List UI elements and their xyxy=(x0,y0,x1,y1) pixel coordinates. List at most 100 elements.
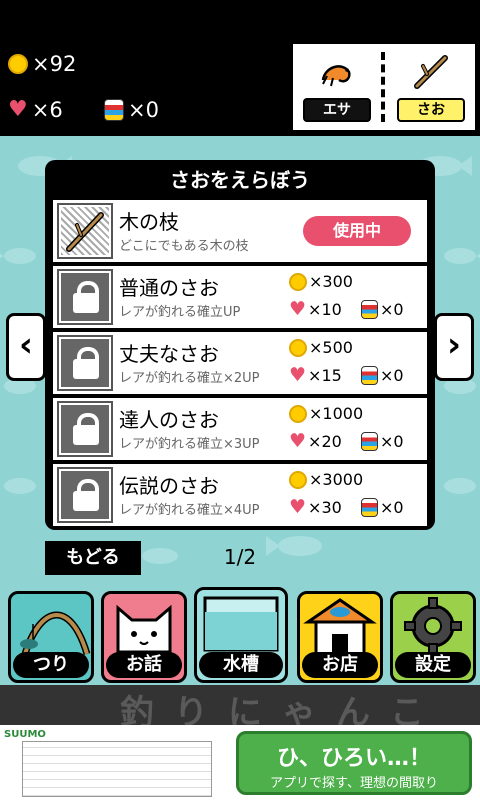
can-cost-value: ×0 xyxy=(380,366,404,385)
ad-banner[interactable]: SUUMO ひ、ひろい…！ アプリで探す、理想の間取り xyxy=(0,725,480,800)
page-indicator: 1/2 xyxy=(223,545,257,569)
bait-label: エサ xyxy=(303,98,371,122)
tab-label: お店 xyxy=(302,652,378,678)
ad-speech-bubble: ひ、ひろい…！ アプリで探す、理想の間取り xyxy=(236,731,472,795)
tab-aquarium[interactable]: 水槽 xyxy=(194,587,288,683)
rod-name: 伝説のさお xyxy=(119,474,219,498)
locked-thumbnail xyxy=(57,269,113,325)
resource-header: ×92 ♥ ×6 ×0 エサ さお xyxy=(0,40,480,136)
coin-cost: ×3000 xyxy=(289,470,363,489)
can-icon xyxy=(361,366,378,385)
heart-cost: ♥ ×20 xyxy=(289,432,342,452)
heart-icon: ♥ xyxy=(289,364,307,386)
coin-cost: ×1000 xyxy=(289,404,363,423)
shop-icon xyxy=(303,598,377,656)
can-cost-value: ×0 xyxy=(380,498,404,517)
can-counter: ×0 xyxy=(104,98,159,122)
panel-title: さおをえらぼう xyxy=(170,168,310,192)
heart-cost: ♥ ×30 xyxy=(289,496,342,518)
coin-cost-value: ×500 xyxy=(309,338,353,357)
rod-thumbnail xyxy=(57,203,113,259)
rod-description: レアが釣れる確立UP xyxy=(119,305,241,320)
heart-count: ×6 xyxy=(31,98,63,122)
can-cost: ×0 xyxy=(361,498,404,517)
next-page-arrow-icon[interactable]: › xyxy=(434,313,474,381)
tab-shop[interactable]: お店 xyxy=(297,591,383,683)
ad-brand: SUUMO xyxy=(4,729,46,740)
coin-cost-value: ×300 xyxy=(309,272,353,291)
rod-description: レアが釣れる確立×2UP xyxy=(119,371,260,386)
cat-face-icon xyxy=(116,604,172,654)
rod-item-sturdy[interactable]: 丈夫なさお レアが釣れる確立×2UP ×500 ♥ ×15 ×0 xyxy=(53,332,427,394)
can-cost: ×0 xyxy=(361,432,404,451)
tab-label: つり xyxy=(13,652,89,678)
can-icon xyxy=(361,432,378,451)
aquarium-icon xyxy=(203,596,279,652)
tab-label: お話 xyxy=(106,652,182,678)
coin-cost: ×300 xyxy=(289,272,353,291)
rod-description: レアが釣れる確立×3UP xyxy=(119,437,260,452)
rod-name: 達人のさお xyxy=(119,408,219,432)
rod-item-legend[interactable]: 伝説のさお レアが釣れる確立×4UP ×3000 ♥ ×30 ×0 xyxy=(53,464,427,526)
heart-icon: ♥ xyxy=(289,298,307,320)
can-icon xyxy=(361,300,378,319)
in-use-badge: 使用中 xyxy=(303,216,411,246)
tab-settings[interactable]: 設定 xyxy=(390,591,476,683)
lock-icon xyxy=(73,347,99,379)
heart-icon: ♥ xyxy=(289,496,307,518)
coin-counter: ×92 xyxy=(8,52,76,76)
rod-select-panel: さおをえらぼう 木の枝 どこにでもある木の枝 使用中 普通のさお レアが釣れる確… xyxy=(45,160,435,530)
coin-icon xyxy=(8,54,28,74)
floor-plan-image xyxy=(22,741,212,797)
locked-thumbnail xyxy=(57,335,113,391)
can-cost: ×0 xyxy=(361,300,404,319)
gear-icon xyxy=(404,597,462,655)
can-icon xyxy=(104,99,124,121)
coin-icon xyxy=(289,470,307,489)
locked-thumbnail xyxy=(57,467,113,523)
coin-count: ×92 xyxy=(32,52,77,76)
can-cost-value: ×0 xyxy=(380,300,404,319)
rod-slot[interactable]: さお xyxy=(393,50,469,124)
lock-icon xyxy=(73,413,99,445)
can-cost-value: ×0 xyxy=(380,432,404,451)
divider xyxy=(381,52,385,122)
rod-description: レアが釣れる確立×4UP xyxy=(119,503,260,518)
coin-icon xyxy=(289,272,307,291)
rod-description: どこにでもある木の枝 xyxy=(119,239,249,254)
rod-item-normal[interactable]: 普通のさお レアが釣れる確立UP ×300 ♥ ×10 ×0 xyxy=(53,266,427,328)
tab-label: 水槽 xyxy=(199,652,283,678)
branch-icon xyxy=(66,212,104,252)
rod-item-expert[interactable]: 達人のさお レアが釣れる確立×3UP ×1000 ♥ ×20 ×0 xyxy=(53,398,427,460)
coin-icon xyxy=(289,404,307,423)
rod-item-branch[interactable]: 木の枝 どこにでもある木の枝 使用中 xyxy=(53,200,427,262)
locked-thumbnail xyxy=(57,401,113,457)
heart-cost: ♥ ×15 xyxy=(289,364,342,386)
heart-cost-value: ×30 xyxy=(308,498,342,517)
fishing-rod-icon xyxy=(20,611,91,656)
bottom-tab-bar: つり お話 水槽 お店 設定 xyxy=(0,583,480,685)
prev-page-arrow-icon[interactable]: ‹ xyxy=(6,313,46,381)
lock-icon xyxy=(73,281,99,313)
tab-fishing[interactable]: つり xyxy=(8,591,94,683)
status-bar xyxy=(0,0,480,40)
tab-story[interactable]: お話 xyxy=(101,591,187,683)
heart-icon: ♥ xyxy=(8,97,28,122)
shrimp-icon xyxy=(321,65,351,87)
lock-icon xyxy=(73,479,99,511)
coin-cost-value: ×3000 xyxy=(309,470,364,489)
ad-headline: ひ、ひろい…！ xyxy=(276,746,431,771)
coin-icon xyxy=(289,338,307,357)
can-cost: ×0 xyxy=(361,366,404,385)
heart-cost-value: ×20 xyxy=(308,432,342,451)
can-count: ×0 xyxy=(128,98,159,122)
tab-label: 設定 xyxy=(395,652,471,678)
coin-cost: ×500 xyxy=(289,338,353,357)
rod-name: 木の枝 xyxy=(119,210,179,234)
can-icon xyxy=(361,498,378,517)
back-button[interactable]: もどる xyxy=(45,541,141,575)
game-logo-band: 釣りにゃんこ xyxy=(0,685,480,733)
heart-cost: ♥ ×10 xyxy=(289,298,342,320)
bait-slot[interactable]: エサ xyxy=(299,50,375,124)
ad-subline: アプリで探す、理想の間取り xyxy=(270,776,438,791)
